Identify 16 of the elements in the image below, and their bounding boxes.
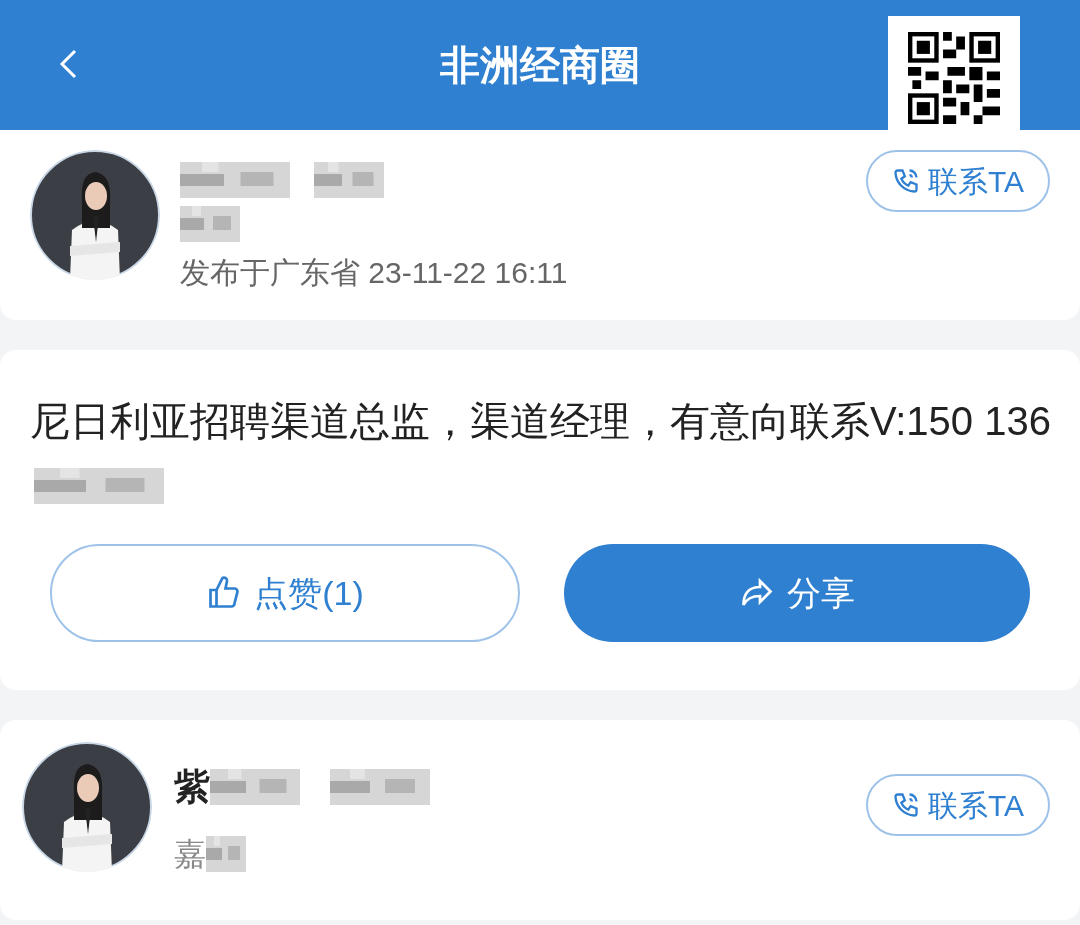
- back-icon[interactable]: [58, 48, 78, 80]
- phone-icon: [891, 791, 920, 819]
- mosaic-drawing: [206, 836, 246, 872]
- post-text: 尼日利亚招聘渠道总监，渠道经理，有意向联系V:150 136: [30, 399, 1051, 443]
- qr-code-icon: [908, 32, 1000, 124]
- like-button[interactable]: 点赞(1): [50, 544, 520, 642]
- page-title: 非洲经商圈: [440, 42, 640, 89]
- mosaic-drawing: [180, 206, 240, 242]
- author-name: 紫: [174, 765, 210, 809]
- phone-icon: [891, 167, 920, 195]
- company-name: 嘉: [174, 835, 206, 874]
- contact-button[interactable]: 联系TA: [865, 774, 1050, 836]
- post-location-time: 发布于广东省 23-11-22 16:11: [180, 255, 569, 291]
- mosaic-drawing: [314, 162, 384, 198]
- share-button[interactable]: 分享: [564, 544, 1030, 642]
- contact-button[interactable]: 联系TA: [865, 150, 1050, 212]
